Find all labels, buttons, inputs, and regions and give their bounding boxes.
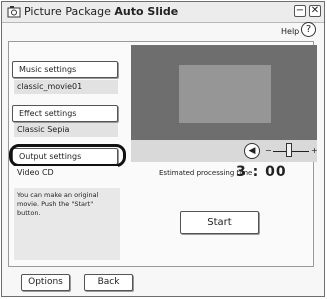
volume-slider-handle[interactable]	[286, 143, 293, 157]
start-button[interactable]: Start	[180, 211, 259, 234]
back-button[interactable]: Back	[84, 274, 133, 291]
title-bar[interactable]: Picture Package Auto Slide − ✕	[2, 2, 324, 23]
info-message: You can make an original movie. Push the…	[14, 188, 120, 260]
music-settings-value: classic_movie01	[14, 80, 118, 94]
volume-minus-label: −	[265, 146, 272, 155]
volume-plus-label: +	[311, 146, 318, 155]
app-icon	[7, 6, 21, 18]
highlight-callout	[9, 144, 126, 167]
help-label[interactable]: Help	[281, 27, 299, 36]
speaker-icon[interactable]: ◀	[244, 143, 260, 159]
estimated-time-value: 3 : 00	[236, 164, 287, 180]
help-icon[interactable]: ?	[301, 22, 316, 37]
minimize-button[interactable]: −	[294, 5, 306, 17]
preview-frame	[179, 65, 271, 123]
preview-screen	[131, 45, 317, 140]
output-settings-value: Video CD	[14, 166, 118, 180]
options-button[interactable]: Options	[21, 274, 70, 291]
effect-settings-button[interactable]: Effect settings	[12, 105, 118, 122]
effect-settings-value: Classic Sepia	[14, 123, 118, 137]
music-settings-button[interactable]: Music settings	[12, 61, 118, 78]
window-title: Picture Package Auto Slide	[24, 5, 179, 18]
close-button[interactable]: ✕	[309, 5, 321, 17]
